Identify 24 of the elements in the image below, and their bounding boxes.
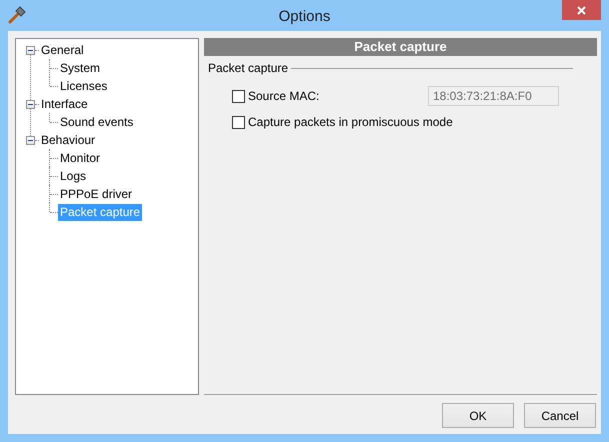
checkbox-label: Capture packets in promiscuous mode xyxy=(248,115,453,129)
page-header: Packet capture xyxy=(204,38,597,56)
tree-item[interactable]: Behaviour xyxy=(39,132,98,148)
window-title: Options xyxy=(278,8,330,24)
tree-item[interactable]: Sound events xyxy=(58,114,136,130)
collapse-icon[interactable] xyxy=(26,136,35,144)
tree-item[interactable]: Licenses xyxy=(58,78,110,94)
collapse-icon[interactable] xyxy=(26,46,35,54)
tree-item[interactable]: PPPoE driver xyxy=(58,186,134,202)
close-icon xyxy=(577,6,586,14)
dialog-button[interactable]: Cancel xyxy=(524,403,596,428)
checkbox[interactable] xyxy=(232,90,245,102)
tree-item[interactable]: Logs xyxy=(58,168,88,184)
dialog-button[interactable]: OK xyxy=(442,403,514,428)
tree-item[interactable]: Interface xyxy=(39,96,90,112)
tree-item[interactable]: General xyxy=(39,42,86,58)
tree-item[interactable]: System xyxy=(58,60,102,76)
hammer-icon xyxy=(8,6,26,24)
group-label: Packet capture xyxy=(208,61,288,75)
tree-item[interactable]: Monitor xyxy=(58,150,102,166)
checkbox[interactable] xyxy=(232,116,245,128)
collapse-icon[interactable] xyxy=(26,100,35,108)
close-button[interactable] xyxy=(562,0,601,20)
checkbox-label: Source MAC: xyxy=(248,89,320,103)
